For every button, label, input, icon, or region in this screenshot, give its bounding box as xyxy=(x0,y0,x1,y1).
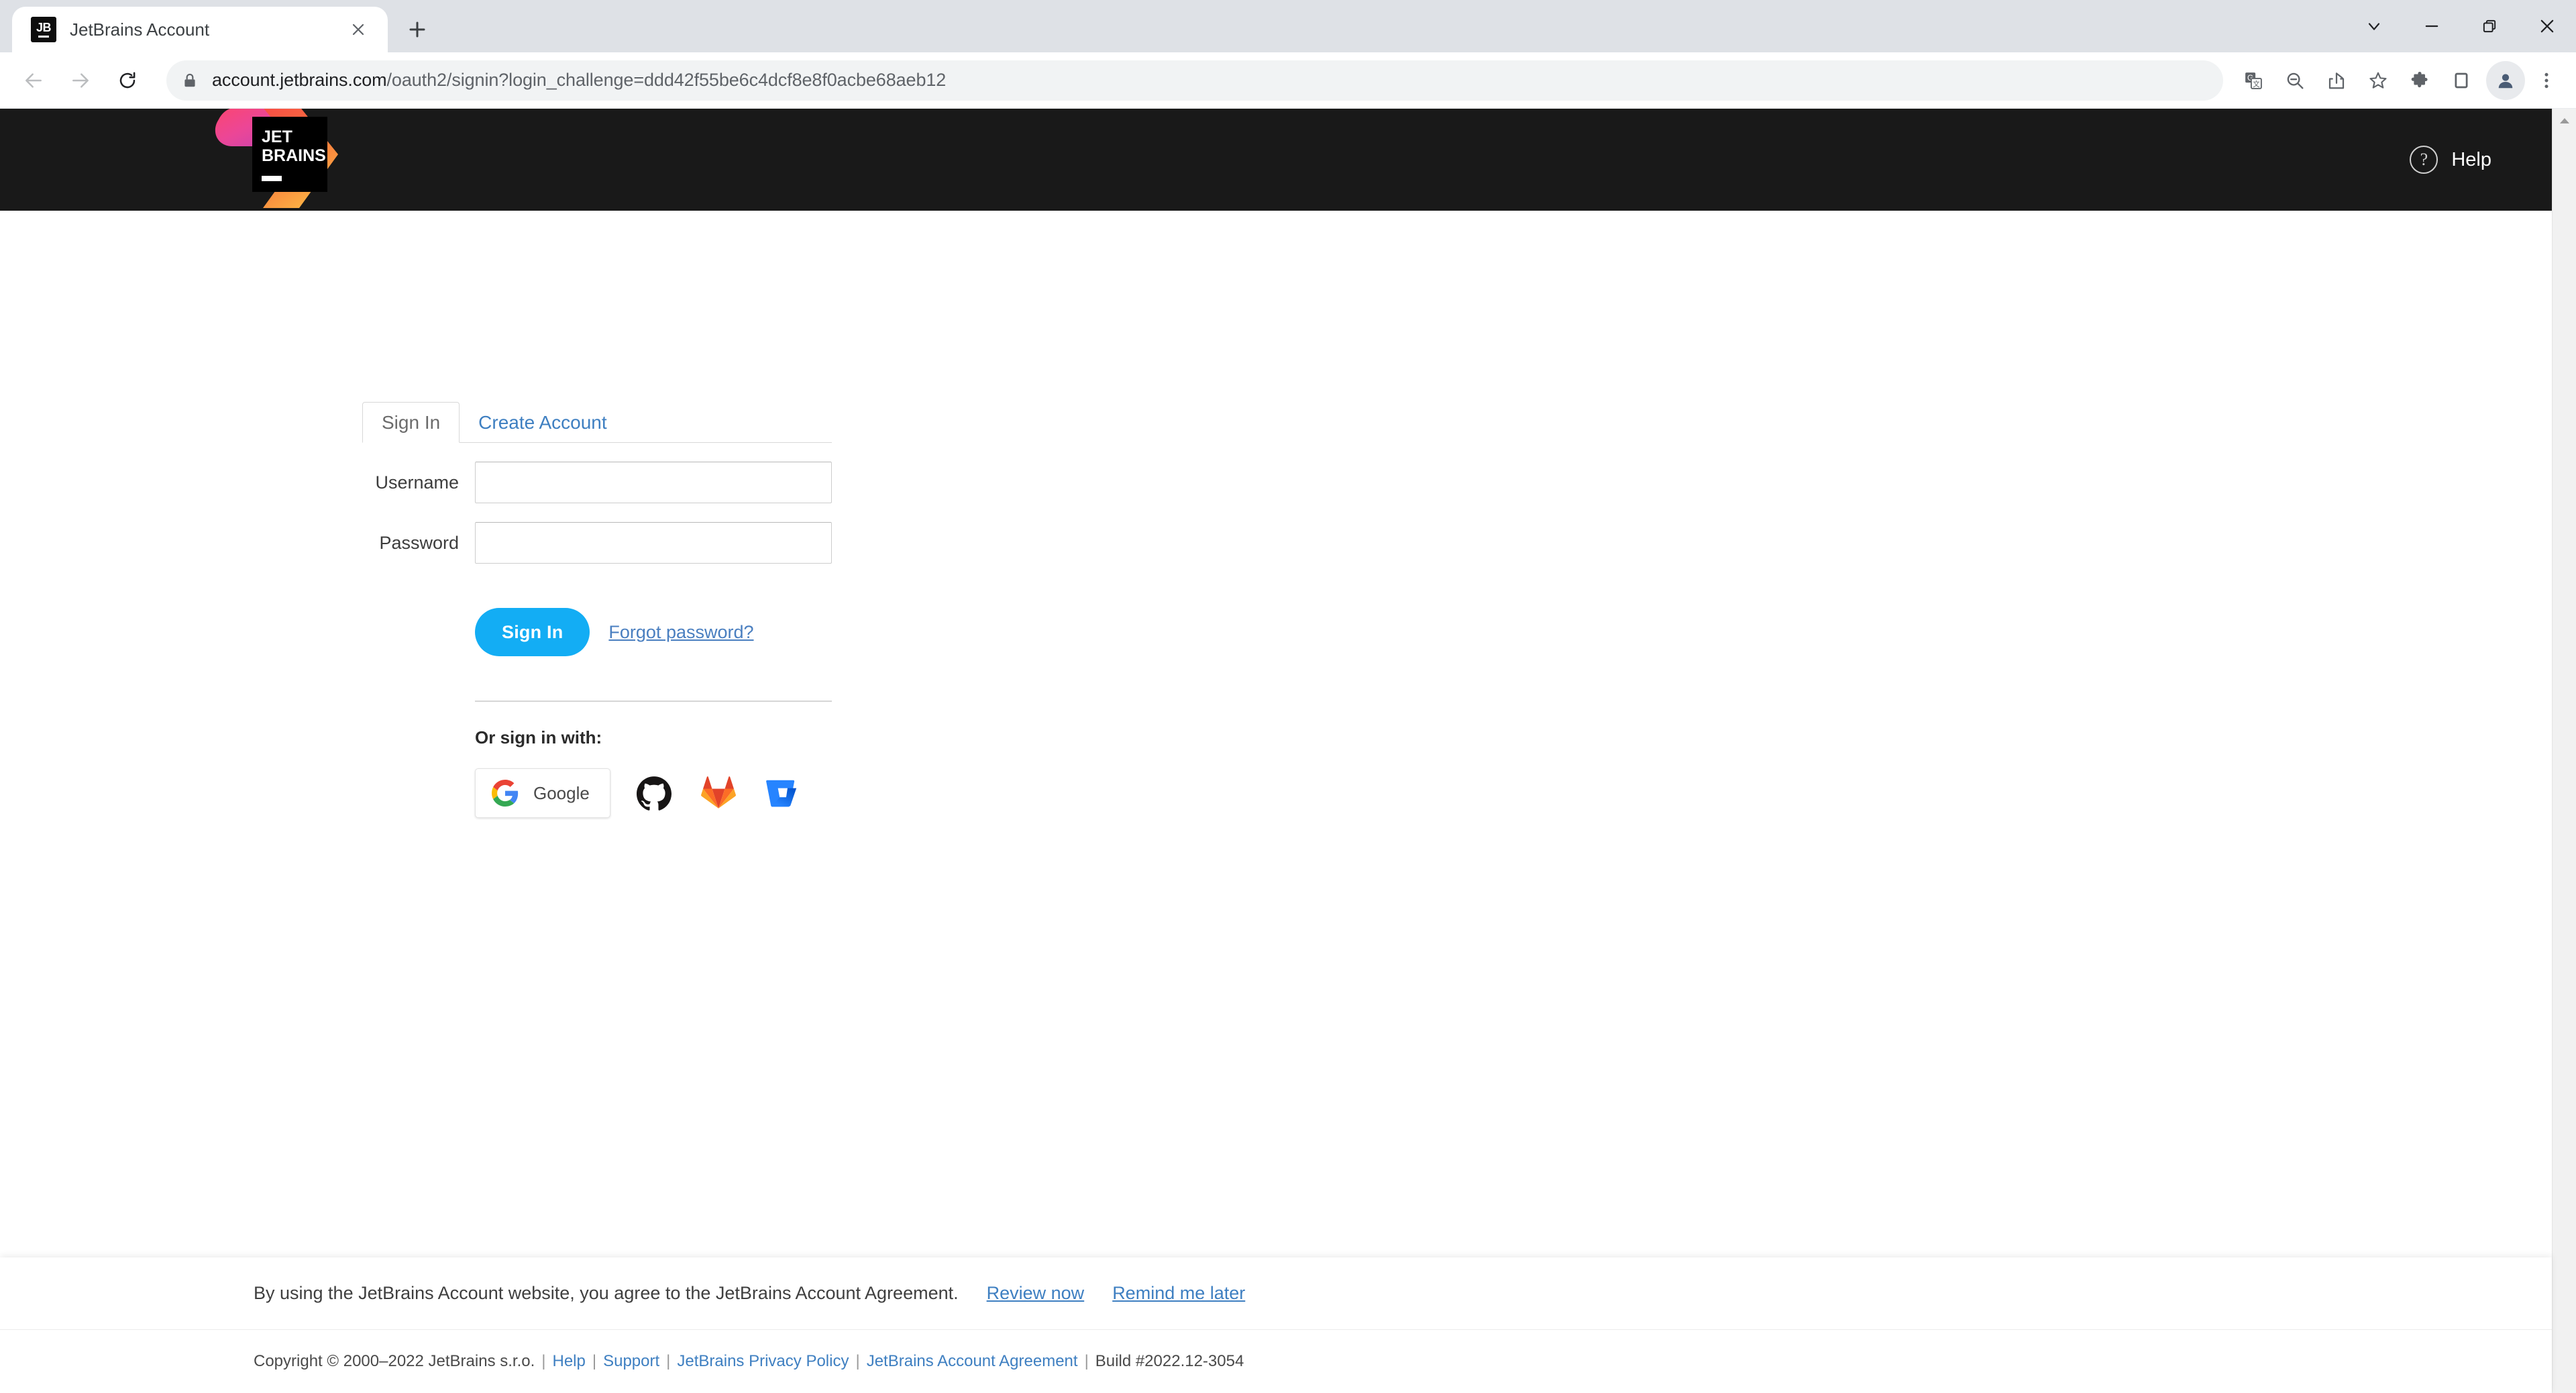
reload-icon[interactable] xyxy=(106,59,149,102)
url-path: /oauth2/signin?login_challenge=ddd42f55b… xyxy=(386,70,947,90)
tab-create-account[interactable]: Create Account xyxy=(460,403,625,442)
browser-toolbar: account.jetbrains.com/oauth2/signin?logi… xyxy=(0,52,2576,109)
gitlab-signin-button[interactable] xyxy=(698,772,739,814)
divider: | xyxy=(855,1352,860,1370)
sign-in-button[interactable]: Sign In xyxy=(475,608,590,656)
tab-strip: JB JetBrains Account xyxy=(0,0,2576,52)
build-number: Build #2022.12-3054 xyxy=(1095,1352,1244,1370)
url-text: account.jetbrains.com/oauth2/signin?logi… xyxy=(212,70,946,91)
profile-avatar-icon[interactable] xyxy=(2486,60,2525,100)
remind-me-later-link[interactable]: Remind me later xyxy=(1112,1283,1245,1304)
chrome-menu-icon[interactable] xyxy=(2529,60,2564,101)
password-row: Password xyxy=(362,522,832,564)
arrow-right-icon[interactable] xyxy=(59,59,102,102)
gitlab-icon xyxy=(700,776,736,809)
footer-link-help[interactable]: Help xyxy=(553,1352,586,1371)
bitbucket-signin-button[interactable] xyxy=(762,772,804,814)
main-content: Sign In Create Account Username Password… xyxy=(0,211,2552,1257)
footer-link-support[interactable]: Support xyxy=(603,1352,659,1371)
username-row: Username xyxy=(362,462,832,503)
form-actions: Sign In Forgot password? xyxy=(475,608,832,656)
toolbar-actions: G 文 xyxy=(2233,60,2564,101)
form-divider xyxy=(475,701,832,702)
page-viewport: JET BRAINS ? Help Sign In Create Account xyxy=(0,109,2576,1393)
page-content: JET BRAINS ? Help Sign In Create Account xyxy=(0,109,2552,1393)
share-icon[interactable] xyxy=(2316,60,2357,101)
svg-text:JET: JET xyxy=(262,127,292,146)
help-label: Help xyxy=(2451,148,2491,170)
tab-sign-in[interactable]: Sign In xyxy=(362,402,460,443)
agreement-text: By using the JetBrains Account website, … xyxy=(254,1283,959,1303)
arrow-left-icon[interactable] xyxy=(12,59,55,102)
site-header: JET BRAINS ? Help xyxy=(0,109,2552,211)
form-tabs: Sign In Create Account xyxy=(362,400,832,443)
plus-icon[interactable] xyxy=(398,11,436,48)
google-signin-button[interactable]: Google xyxy=(475,768,610,818)
browser-window: JB JetBrains Account account.jetbrains.c… xyxy=(0,0,2576,1393)
bitbucket-icon xyxy=(765,780,796,807)
jetbrains-logo[interactable]: JET BRAINS xyxy=(213,109,368,211)
favicon-label: JB xyxy=(36,21,52,34)
divider: | xyxy=(592,1352,597,1370)
tab-title: JetBrains Account xyxy=(70,19,210,40)
copyright-text: Copyright © 2000–2022 JetBrains s.r.o. xyxy=(254,1352,535,1370)
chevron-down-icon[interactable] xyxy=(2345,0,2403,52)
github-icon xyxy=(636,776,672,811)
browser-tab[interactable]: JB JetBrains Account xyxy=(12,7,388,52)
jetbrains-favicon: JB xyxy=(31,17,56,42)
lock-icon xyxy=(184,73,195,87)
help-link[interactable]: ? Help xyxy=(2410,146,2491,174)
close-icon[interactable] xyxy=(343,15,373,44)
copyright-bar: Copyright © 2000–2022 JetBrains s.r.o. |… xyxy=(0,1330,2552,1393)
svg-text:BRAINS: BRAINS xyxy=(262,146,326,165)
side-panel-icon[interactable] xyxy=(2440,60,2482,101)
url-domain: account.jetbrains.com xyxy=(212,70,387,90)
window-controls xyxy=(2345,0,2576,52)
review-now-link[interactable]: Review now xyxy=(987,1283,1085,1304)
github-signin-button[interactable] xyxy=(633,772,675,814)
svg-text:文: 文 xyxy=(2253,79,2260,88)
username-label: Username xyxy=(375,472,459,493)
google-label: Google xyxy=(533,782,590,803)
divider: | xyxy=(541,1352,546,1370)
bookmark-star-icon[interactable] xyxy=(2357,60,2399,101)
extensions-puzzle-icon[interactable] xyxy=(2399,60,2440,101)
scroll-up-arrow-icon[interactable] xyxy=(2553,109,2576,133)
or-sign-in-with-label: Or sign in with: xyxy=(475,727,602,747)
username-input[interactable] xyxy=(475,462,832,503)
google-icon xyxy=(492,780,519,807)
minimize-icon[interactable] xyxy=(2403,0,2461,52)
forgot-password-link[interactable]: Forgot password? xyxy=(608,622,753,643)
translate-icon[interactable]: G 文 xyxy=(2233,60,2274,101)
divider: | xyxy=(1084,1352,1089,1370)
restore-icon[interactable] xyxy=(2461,0,2518,52)
address-bar[interactable]: account.jetbrains.com/oauth2/signin?logi… xyxy=(166,60,2223,101)
close-icon[interactable] xyxy=(2518,0,2576,52)
question-circle-icon: ? xyxy=(2410,146,2438,174)
footer-link-account-agreement[interactable]: JetBrains Account Agreement xyxy=(867,1352,1078,1371)
zoom-out-icon[interactable] xyxy=(2274,60,2316,101)
provider-list: Google xyxy=(475,768,832,818)
password-label: Password xyxy=(379,532,459,553)
signin-form: Sign In Create Account Username Password… xyxy=(362,400,832,818)
password-input[interactable] xyxy=(475,522,832,564)
divider: | xyxy=(666,1352,671,1370)
agreement-banner: By using the JetBrains Account website, … xyxy=(0,1257,2552,1330)
page-footer: By using the JetBrains Account website, … xyxy=(0,1257,2552,1393)
footer-link-privacy-policy[interactable]: JetBrains Privacy Policy xyxy=(677,1352,849,1371)
favicon-underscore xyxy=(38,36,49,38)
page-scrollbar[interactable] xyxy=(2552,109,2576,1393)
